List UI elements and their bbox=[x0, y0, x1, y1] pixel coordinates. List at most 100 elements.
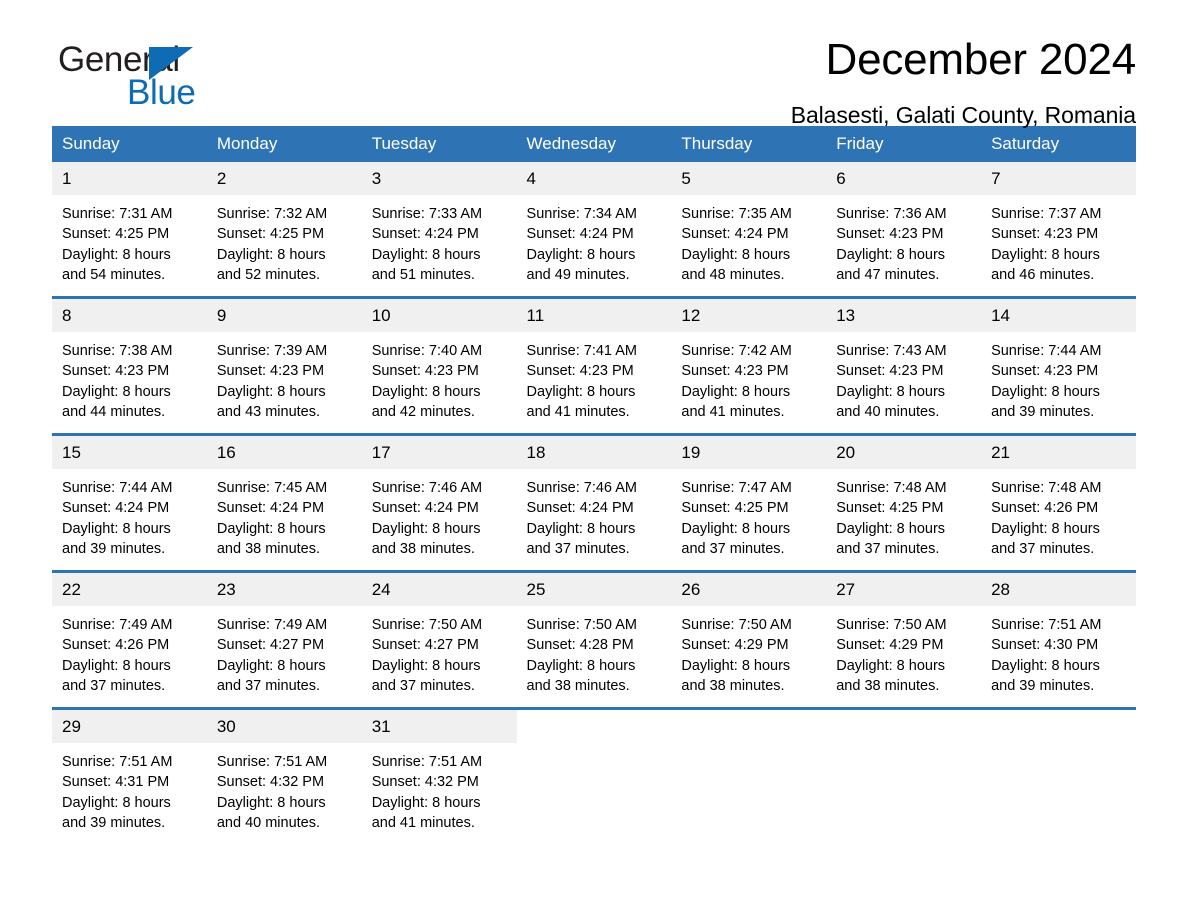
day-number bbox=[826, 710, 982, 743]
calendar-day-cell[interactable]: 12 Sunrise: 7:42 AM Sunset: 4:23 PM Dayli… bbox=[671, 296, 827, 435]
day-sun-info: Sunrise: 7:46 AM Sunset: 4:24 PM Dayligh… bbox=[371, 480, 483, 557]
calendar-day-cell[interactable]: 7 Sunrise: 7:37 AM Sunset: 4:23 PM Daylig… bbox=[981, 162, 1136, 298]
calendar-day-cell[interactable]: 13 Sunrise: 7:43 AM Sunset: 4:23 PM Dayli… bbox=[826, 296, 982, 435]
calendar-day-cell[interactable]: 27 Sunrise: 7:50 AM Sunset: 4:29 PM Dayli… bbox=[826, 570, 982, 709]
calendar-day-cell[interactable]: 17 Sunrise: 7:46 AM Sunset: 4:24 PM Dayli… bbox=[361, 433, 517, 572]
weekday-header-wednesday: Wednesday bbox=[516, 126, 672, 162]
day-sun-info: Sunrise: 7:51 AM Sunset: 4:32 PM Dayligh… bbox=[371, 754, 483, 831]
calendar-day-cell[interactable]: 16 Sunrise: 7:45 AM Sunset: 4:24 PM Dayli… bbox=[206, 433, 362, 572]
day-number: 5 bbox=[671, 162, 827, 195]
day-number: 24 bbox=[361, 573, 517, 606]
day-number bbox=[671, 710, 827, 743]
day-number: 14 bbox=[981, 299, 1136, 332]
calendar-day-cell-empty bbox=[981, 707, 1136, 844]
day-number: 31 bbox=[361, 710, 517, 743]
day-number: 28 bbox=[981, 573, 1136, 606]
day-sun-info bbox=[981, 743, 1136, 752]
calendar-day-cell-empty bbox=[516, 707, 672, 844]
calendar-day-cell[interactable]: 1 Sunrise: 7:31 AM Sunset: 4:25 PM Daylig… bbox=[52, 162, 207, 298]
day-number: 26 bbox=[671, 573, 827, 606]
calendar-table: Sunday Monday Tuesday Wednesday Thursday Frid… bbox=[52, 126, 1136, 844]
day-number bbox=[516, 710, 672, 743]
day-number: 25 bbox=[516, 573, 672, 606]
day-sun-info bbox=[826, 743, 981, 752]
calendar-day-cell[interactable]: 2 Sunrise: 7:32 AM Sunset: 4:25 PM Daylig… bbox=[206, 162, 362, 298]
day-number: 17 bbox=[361, 436, 517, 469]
calendar-day-cell[interactable]: 18 Sunrise: 7:46 AM Sunset: 4:24 PM Dayli… bbox=[516, 433, 672, 572]
calendar-day-cell[interactable]: 14 Sunrise: 7:44 AM Sunset: 4:23 PM Dayli… bbox=[981, 296, 1136, 435]
calendar-header-row: Sunday Monday Tuesday Wednesday Thursday Frid… bbox=[52, 126, 1136, 162]
day-sun-info: Sunrise: 7:40 AM Sunset: 4:23 PM Dayligh… bbox=[371, 343, 483, 420]
page-header: General Blue December 2024 Balasesti, Ga… bbox=[52, 0, 1136, 127]
day-sun-info: Sunrise: 7:47 AM Sunset: 4:25 PM Dayligh… bbox=[681, 480, 792, 557]
calendar-day-cell[interactable]: 24 Sunrise: 7:50 AM Sunset: 4:27 PM Dayli… bbox=[361, 570, 517, 709]
calendar-day-cell[interactable]: 21 Sunrise: 7:48 AM Sunset: 4:26 PM Dayli… bbox=[981, 433, 1136, 572]
calendar-body: 1 Sunrise: 7:31 AM Sunset: 4:25 PM Daylig… bbox=[52, 162, 1136, 844]
calendar-day-cell[interactable]: 26 Sunrise: 7:50 AM Sunset: 4:29 PM Dayli… bbox=[671, 570, 827, 709]
calendar-day-cell[interactable]: 25 Sunrise: 7:50 AM Sunset: 4:28 PM Dayli… bbox=[516, 570, 672, 709]
calendar-day-cell[interactable]: 5 Sunrise: 7:35 AM Sunset: 4:24 PM Daylig… bbox=[671, 162, 827, 298]
day-number: 29 bbox=[52, 710, 207, 743]
weekday-header-tuesday: Tuesday bbox=[361, 126, 517, 162]
calendar-day-cell[interactable]: 19 Sunrise: 7:47 AM Sunset: 4:25 PM Dayli… bbox=[671, 433, 827, 572]
day-sun-info: Sunrise: 7:49 AM Sunset: 4:26 PM Dayligh… bbox=[62, 617, 173, 694]
day-number: 9 bbox=[206, 299, 362, 332]
calendar-day-cell[interactable]: 22 Sunrise: 7:49 AM Sunset: 4:26 PM Dayli… bbox=[52, 570, 207, 709]
calendar-day-cell[interactable]: 15 Sunrise: 7:44 AM Sunset: 4:24 PM Dayli… bbox=[52, 433, 207, 572]
weekday-header-sunday: Sunday bbox=[52, 126, 207, 162]
day-number: 13 bbox=[826, 299, 982, 332]
day-sun-info: Sunrise: 7:50 AM Sunset: 4:29 PM Dayligh… bbox=[836, 617, 947, 694]
day-sun-info: Sunrise: 7:32 AM Sunset: 4:25 PM Dayligh… bbox=[216, 206, 328, 283]
day-sun-info: Sunrise: 7:49 AM Sunset: 4:27 PM Dayligh… bbox=[216, 617, 328, 694]
calendar-day-cell[interactable]: 9 Sunrise: 7:39 AM Sunset: 4:23 PM Daylig… bbox=[206, 296, 362, 435]
title-block: December 2024 Balasesti, Galati County, … bbox=[252, 38, 1136, 127]
general-blue-logo[interactable]: General Blue bbox=[52, 42, 252, 116]
calendar-day-cell[interactable]: 10 Sunrise: 7:40 AM Sunset: 4:23 PM Dayli… bbox=[361, 296, 517, 435]
day-sun-info bbox=[517, 743, 672, 752]
calendar-day-cell[interactable]: 4 Sunrise: 7:34 AM Sunset: 4:24 PM Daylig… bbox=[516, 162, 672, 298]
calendar-day-cell[interactable]: 20 Sunrise: 7:48 AM Sunset: 4:25 PM Dayli… bbox=[826, 433, 982, 572]
day-number: 1 bbox=[52, 162, 207, 195]
page-title: December 2024 bbox=[825, 35, 1137, 84]
calendar-week-row: 22 Sunrise: 7:49 AM Sunset: 4:26 PM Dayli… bbox=[52, 570, 1136, 709]
day-number: 21 bbox=[981, 436, 1136, 469]
day-sun-info: Sunrise: 7:31 AM Sunset: 4:25 PM Dayligh… bbox=[62, 206, 173, 283]
day-number: 2 bbox=[206, 162, 362, 195]
day-number: 11 bbox=[516, 299, 672, 332]
day-sun-info: Sunrise: 7:37 AM Sunset: 4:23 PM Dayligh… bbox=[991, 206, 1102, 283]
day-number: 8 bbox=[52, 299, 207, 332]
day-sun-info: Sunrise: 7:42 AM Sunset: 4:23 PM Dayligh… bbox=[681, 343, 792, 420]
calendar-day-cell[interactable]: 6 Sunrise: 7:36 AM Sunset: 4:23 PM Daylig… bbox=[826, 162, 982, 298]
day-number: 7 bbox=[981, 162, 1136, 195]
day-number bbox=[981, 710, 1136, 743]
day-sun-info: Sunrise: 7:44 AM Sunset: 4:23 PM Dayligh… bbox=[991, 343, 1102, 420]
day-sun-info: Sunrise: 7:51 AM Sunset: 4:31 PM Dayligh… bbox=[62, 754, 173, 831]
calendar-day-cell[interactable]: 28 Sunrise: 7:51 AM Sunset: 4:30 PM Dayli… bbox=[981, 570, 1136, 709]
calendar-day-cell[interactable]: 8 Sunrise: 7:38 AM Sunset: 4:23 PM Daylig… bbox=[52, 296, 207, 435]
day-sun-info: Sunrise: 7:36 AM Sunset: 4:23 PM Dayligh… bbox=[836, 206, 947, 283]
calendar-day-cell[interactable]: 11 Sunrise: 7:41 AM Sunset: 4:23 PM Dayli… bbox=[516, 296, 672, 435]
day-sun-info bbox=[671, 743, 826, 752]
day-sun-info: Sunrise: 7:39 AM Sunset: 4:23 PM Dayligh… bbox=[216, 343, 328, 420]
weekday-header-thursday: Thursday bbox=[671, 126, 827, 162]
calendar-day-cell-empty bbox=[671, 707, 827, 844]
calendar-day-cell[interactable]: 23 Sunrise: 7:49 AM Sunset: 4:27 PM Dayli… bbox=[206, 570, 362, 709]
day-sun-info: Sunrise: 7:43 AM Sunset: 4:23 PM Dayligh… bbox=[836, 343, 947, 420]
day-sun-info: Sunrise: 7:44 AM Sunset: 4:24 PM Dayligh… bbox=[62, 480, 173, 557]
calendar-day-cell[interactable]: 30 Sunrise: 7:51 AM Sunset: 4:32 PM Dayli… bbox=[206, 707, 362, 844]
calendar-page: General Blue December 2024 Balasesti, Ga… bbox=[0, 0, 1188, 918]
day-sun-info: Sunrise: 7:50 AM Sunset: 4:27 PM Dayligh… bbox=[371, 617, 483, 694]
calendar-day-cell[interactable]: 29 Sunrise: 7:51 AM Sunset: 4:31 PM Dayli… bbox=[52, 707, 207, 844]
calendar-week-row: 15 Sunrise: 7:44 AM Sunset: 4:24 PM Dayli… bbox=[52, 433, 1136, 572]
day-sun-info: Sunrise: 7:48 AM Sunset: 4:25 PM Dayligh… bbox=[836, 480, 947, 557]
day-number: 10 bbox=[361, 299, 517, 332]
day-number: 15 bbox=[52, 436, 207, 469]
calendar-week-row: 8 Sunrise: 7:38 AM Sunset: 4:23 PM Daylig… bbox=[52, 296, 1136, 435]
day-sun-info: Sunrise: 7:51 AM Sunset: 4:32 PM Dayligh… bbox=[216, 754, 328, 831]
day-number: 3 bbox=[361, 162, 517, 195]
weekday-header-friday: Friday bbox=[826, 126, 982, 162]
day-number: 23 bbox=[206, 573, 362, 606]
calendar-day-cell[interactable]: 31 Sunrise: 7:51 AM Sunset: 4:32 PM Dayli… bbox=[361, 707, 517, 844]
day-number: 22 bbox=[52, 573, 207, 606]
calendar-day-cell[interactable]: 3 Sunrise: 7:33 AM Sunset: 4:24 PM Daylig… bbox=[361, 162, 517, 298]
